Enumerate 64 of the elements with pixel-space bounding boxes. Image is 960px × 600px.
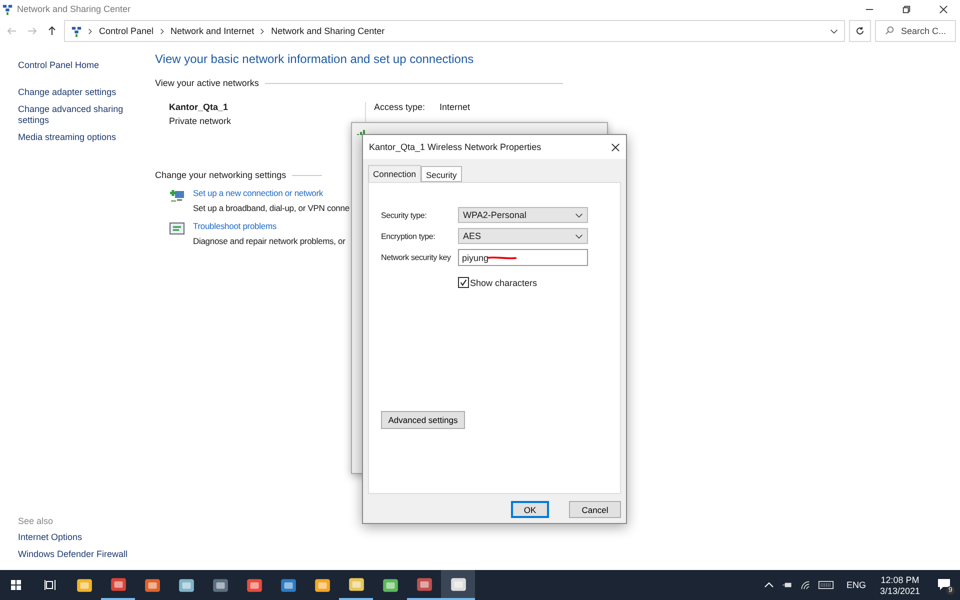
network-type: Private network bbox=[169, 116, 232, 126]
section-title: View your active networks bbox=[155, 78, 259, 88]
sidebar-link[interactable]: Control Panel Home bbox=[18, 60, 155, 71]
network-icon bbox=[2, 4, 13, 14]
dropdown-field[interactable]: AES bbox=[458, 228, 588, 244]
sidebar-link[interactable]: Internet Options bbox=[18, 532, 155, 543]
breadcrumb-item[interactable]: Network and Internet bbox=[170, 26, 254, 36]
field-label: Network security key bbox=[381, 253, 452, 262]
see-also-title: See also bbox=[18, 516, 54, 526]
window-title: Network and Sharing Center bbox=[17, 4, 131, 14]
dropdown-field[interactable]: WPA2-Personal bbox=[458, 207, 588, 223]
advanced-settings-button[interactable]: Advanced settings bbox=[381, 411, 465, 429]
section-title: Change your networking settings bbox=[155, 170, 286, 180]
notification-icon[interactable] bbox=[937, 578, 951, 592]
taskbar-app-icon[interactable] bbox=[441, 570, 475, 600]
checkbox-label: Show characters bbox=[470, 278, 538, 288]
sidebar-link[interactable]: Change adapter settings bbox=[18, 87, 155, 98]
troubleshoot-icon bbox=[169, 221, 185, 237]
checkbox[interactable] bbox=[458, 277, 469, 288]
dropdown-icon[interactable] bbox=[830, 28, 838, 34]
dropdown-icon bbox=[575, 212, 583, 218]
refresh-icon bbox=[855, 26, 865, 36]
dropdown-icon bbox=[575, 234, 583, 238]
close-icon[interactable] bbox=[939, 4, 948, 14]
language-indicator[interactable]: ENG bbox=[846, 580, 866, 590]
up-icon[interactable] bbox=[47, 26, 57, 36]
windows-icon[interactable] bbox=[10, 579, 22, 591]
access-type-value: Internet bbox=[440, 102, 470, 112]
action-description: Diagnose and repair network problems, or bbox=[193, 236, 346, 246]
action-link[interactable]: Set up a new connection or network bbox=[193, 188, 324, 198]
clock[interactable]: 12:08 PM 3/13/2021 bbox=[880, 574, 920, 596]
dialog-button[interactable]: OK bbox=[511, 501, 549, 518]
close-icon[interactable] bbox=[611, 142, 620, 152]
sidebar-link[interactable]: Change advanced sharing settings bbox=[18, 104, 155, 126]
chevron-up-icon[interactable] bbox=[764, 580, 774, 590]
chevron-icon bbox=[260, 28, 266, 34]
sidebar-link[interactable]: Media streaming options bbox=[18, 132, 155, 143]
dialog-tab[interactable]: Connection bbox=[368, 165, 422, 182]
action-description: Set up a broadband, dial-up, or VPN conne bbox=[193, 203, 350, 213]
dialog-tab[interactable]: Security bbox=[421, 166, 462, 182]
address-bar[interactable]: Control Panel Network and Internet Network and Sharing Center bbox=[64, 20, 845, 42]
input-field[interactable]: piyung bbox=[458, 249, 588, 266]
field-label: Security type: bbox=[381, 210, 428, 220]
sidebar-link[interactable]: Windows Defender Firewall bbox=[18, 549, 155, 560]
restore-icon[interactable] bbox=[902, 4, 911, 14]
network-name: Kantor_Qta_1 bbox=[169, 102, 230, 112]
chevron-icon bbox=[88, 28, 93, 34]
search-field[interactable]: Search C... bbox=[875, 20, 956, 42]
access-type-label: Access type: bbox=[374, 102, 426, 112]
new-connection-icon bbox=[169, 188, 185, 204]
field-label: Encryption type: bbox=[381, 232, 436, 240]
task-view-icon[interactable] bbox=[44, 579, 56, 591]
action-link[interactable]: Troubleshoot problems bbox=[193, 221, 276, 231]
keyboard-icon[interactable] bbox=[818, 580, 834, 590]
dialog-title: Kantor_Qta_1 Wireless Network Properties bbox=[369, 142, 542, 152]
chevron-icon bbox=[160, 28, 165, 34]
page-heading: View your basic network information and set up connections bbox=[155, 52, 475, 66]
wifi-icon[interactable] bbox=[800, 580, 810, 590]
breadcrumb-item[interactable]: Network and Sharing Center bbox=[271, 26, 385, 36]
network-icon bbox=[71, 26, 82, 36]
refresh-button[interactable] bbox=[849, 20, 871, 42]
dialog-button[interactable]: Cancel bbox=[569, 501, 621, 518]
battery-icon[interactable] bbox=[782, 580, 792, 590]
breadcrumb-item[interactable]: Control Panel bbox=[99, 26, 154, 36]
